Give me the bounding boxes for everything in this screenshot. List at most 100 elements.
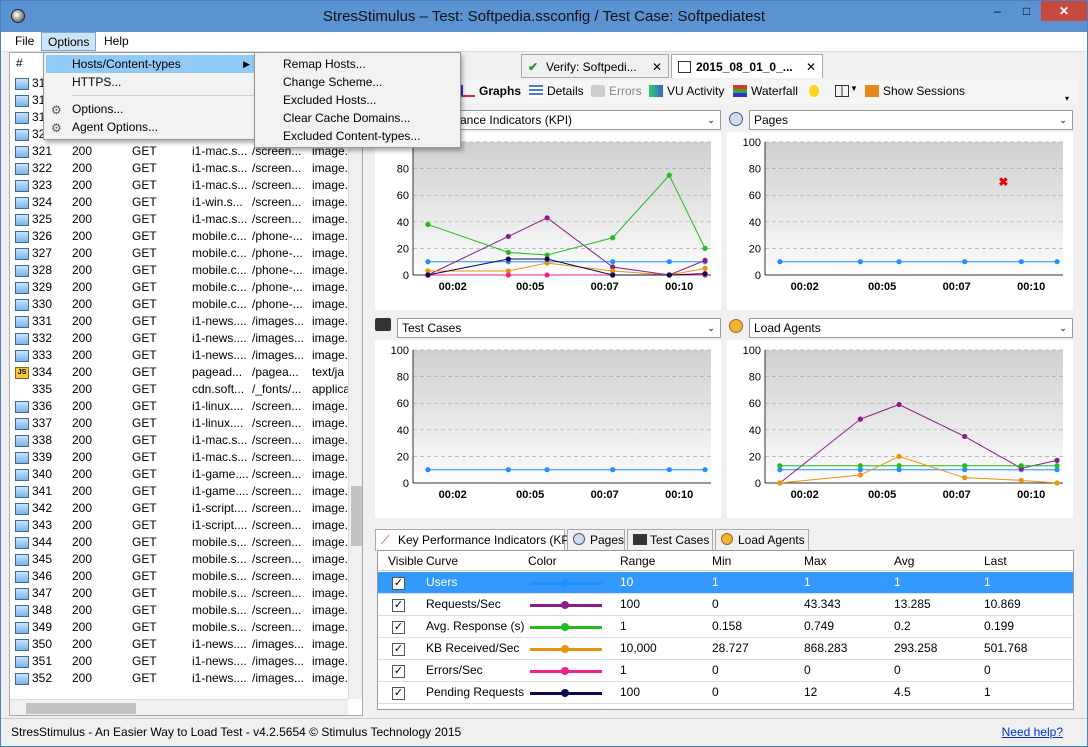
horizontal-scrollbar[interactable] <box>10 699 348 715</box>
session-row[interactable]: 338 200 GET i1-mac.s... /screen... image. <box>10 432 350 449</box>
visible-checkbox[interactable]: ✓ <box>392 665 405 678</box>
menu-help[interactable]: Help <box>98 32 135 51</box>
kpi-table-row[interactable]: ✓ Requests/Sec 100 0 43.343 13.285 10.869 <box>378 594 1073 616</box>
session-row[interactable]: 336 200 GET i1-linux.... /screen... image. <box>10 398 350 415</box>
session-row[interactable]: 333 200 GET i1-news.... /images... image. <box>10 347 350 364</box>
toolbar-overflow-icon[interactable]: ▾ <box>1065 94 1069 103</box>
kpi-panel-select[interactable]: ance Indicators (KPI) ⌄ <box>455 110 721 130</box>
session-row[interactable]: 346 200 GET mobile.s... /screen... image. <box>10 568 350 585</box>
sessions-list[interactable]: # 317200GETi1-win.s.../screen...image.31… <box>9 52 363 716</box>
vu-activity-button[interactable]: VU Activity <box>649 84 724 98</box>
session-row[interactable]: JS 334 200 GET pagead... /pagea... text/ja <box>10 364 350 381</box>
kpi-table-row[interactable]: ✓ Users 10 1 1 1 1 <box>378 572 1073 594</box>
vertical-scroll-thumb[interactable] <box>351 486 362 546</box>
menu-item-excluded-content-types[interactable]: Excluded Content-types... <box>257 127 457 145</box>
menu-options[interactable]: Options <box>41 32 97 51</box>
col-number-header[interactable]: # <box>16 55 23 72</box>
session-row[interactable]: 326 200 GET mobile.c... /phone-... image. <box>10 228 350 245</box>
tab-load-agents[interactable]: Load Agents <box>715 529 809 551</box>
session-row[interactable]: 335 200 GET cdn.soft... /_fonts/... applica <box>10 381 350 398</box>
close-tab-icon[interactable]: ✕ <box>652 55 662 77</box>
session-row[interactable]: 328 200 GET mobile.c... /phone-... image. <box>10 262 350 279</box>
session-row[interactable]: 322 200 GET i1-mac.s... /screen... image. <box>10 160 350 177</box>
color-swatch[interactable] <box>530 667 602 675</box>
details-button[interactable]: Details <box>529 84 584 98</box>
tab-test-cases[interactable]: Test Cases <box>627 529 713 551</box>
col-min[interactable]: Min <box>712 551 731 571</box>
visible-checkbox[interactable]: ✓ <box>392 687 405 700</box>
need-help-link[interactable]: Need help? <box>1002 725 1063 739</box>
session-row[interactable]: 347 200 GET mobile.s... /screen... image. <box>10 585 350 602</box>
col-range[interactable]: Range <box>620 551 655 571</box>
session-row[interactable]: 329 200 GET mobile.c... /phone-... image. <box>10 279 350 296</box>
session-row[interactable]: 340 200 GET i1-game..../screen... image. <box>10 466 350 483</box>
session-row[interactable]: 337 200 GET i1-linux.... /screen... image. <box>10 415 350 432</box>
pages-panel-select[interactable]: Pages ⌄ <box>749 110 1073 130</box>
session-row[interactable]: 349 200 GET mobile.s... /screen... image. <box>10 619 350 636</box>
visible-checkbox[interactable]: ✓ <box>392 577 405 590</box>
col-curve[interactable]: Curve <box>426 551 458 571</box>
kpi-table-row[interactable]: ✓ Avg. Response (s) 1 0.158 0.749 0.2 0.199 <box>378 616 1073 638</box>
menu-file[interactable]: File <box>9 32 40 51</box>
menu-item-https[interactable]: HTTPS... <box>46 73 256 91</box>
test-cases-panel-select[interactable]: Test Cases ⌄ <box>397 318 721 338</box>
menu-item-clear-cache-domains[interactable]: Clear Cache Domains... <box>257 109 457 127</box>
visible-checkbox[interactable]: ✓ <box>392 599 405 612</box>
session-row[interactable]: 345 200 GET mobile.s... /screen... image. <box>10 551 350 568</box>
tab-pages[interactable]: Pages <box>567 529 625 551</box>
kpi-table-row[interactable]: ✓ Errors/Sec 1 0 0 0 0 <box>378 660 1073 682</box>
tab-verify[interactable]: ✔ Verify: Softpedi... ✕ <box>521 54 669 78</box>
kpi-table-row[interactable]: ✓ Pending Requests 100 0 12 4.5 1 <box>378 682 1073 704</box>
col-visible[interactable]: Visible <box>388 551 423 571</box>
graphs-button[interactable]: Graphs <box>461 84 521 98</box>
color-swatch[interactable] <box>530 601 602 609</box>
session-method: GET <box>132 399 157 413</box>
session-row[interactable]: 344 200 GET mobile.s... /screen... image. <box>10 534 350 551</box>
col-last[interactable]: Last <box>984 551 1007 571</box>
visible-checkbox[interactable]: ✓ <box>392 621 405 634</box>
session-row[interactable]: 348 200 GET mobile.s... /screen... image. <box>10 602 350 619</box>
close-button[interactable]: ✕ <box>1041 1 1087 21</box>
session-row[interactable]: 351 200 GET i1-news.... /images... image. <box>10 653 350 670</box>
session-method: GET <box>132 144 157 158</box>
kpi-table-row[interactable]: ✓ KB Received/Sec 10,000 28.727 868.283 293.2… <box>378 638 1073 660</box>
menu-item-excluded-hosts[interactable]: Excluded Hosts... <box>257 91 457 109</box>
load-agents-panel-select[interactable]: Load Agents ⌄ <box>749 318 1073 338</box>
menu-item-hosts-content-types[interactable]: Hosts/Content-types ▶ <box>46 55 256 73</box>
menu-item-change-scheme[interactable]: Change Scheme... <box>257 73 457 91</box>
session-row[interactable]: 341 200 GET i1-game..../screen... image. <box>10 483 350 500</box>
session-row[interactable]: 342 200 GET i1-script.... /screen... image. <box>10 500 350 517</box>
col-color[interactable]: Color <box>528 551 557 571</box>
menu-item-options[interactable]: ⚙ Options... <box>46 100 256 118</box>
session-row[interactable]: 330 200 GET mobile.c... /phone-... image. <box>10 296 350 313</box>
show-sessions-button[interactable]: Show Sessions <box>865 84 965 98</box>
session-row[interactable]: 352 200 GET i1-news.... /images... image. <box>10 670 350 687</box>
color-swatch[interactable] <box>530 579 602 587</box>
session-row[interactable]: 331 200 GET i1-news.... /images... image. <box>10 313 350 330</box>
color-swatch[interactable] <box>530 689 602 697</box>
session-row[interactable]: 324 200 GET i1-win.s... /screen... image. <box>10 194 350 211</box>
session-row[interactable]: 327 200 GET mobile.c... /phone-... image. <box>10 245 350 262</box>
col-max[interactable]: Max <box>804 551 827 571</box>
maximize-button[interactable]: □ <box>1013 1 1040 21</box>
session-row[interactable]: 350 200 GET i1-news.... /images... image. <box>10 636 350 653</box>
session-row[interactable]: 343 200 GET i1-script.... /screen... image. <box>10 517 350 534</box>
session-row[interactable]: 323 200 GET i1-mac.s... /screen... image. <box>10 177 350 194</box>
minimize-button[interactable]: – <box>984 1 1011 21</box>
errors-button[interactable]: Errors <box>591 84 642 98</box>
session-row[interactable]: 325 200 GET i1-mac.s... /screen... image. <box>10 211 350 228</box>
session-row[interactable]: 332 200 GET i1-news.... /images... image. <box>10 330 350 347</box>
tab-kpi[interactable]: ⟋ Key Performance Indicators (KPI) <box>375 529 577 551</box>
horizontal-scroll-thumb[interactable] <box>26 703 136 714</box>
col-avg[interactable]: Avg <box>894 551 914 571</box>
menu-item-remap-hosts[interactable]: Remap Hosts... <box>257 55 457 73</box>
vertical-scrollbar[interactable] <box>348 53 362 699</box>
close-tab-icon[interactable]: ✕ <box>806 55 816 78</box>
menu-item-agent-options[interactable]: ⚙ Agent Options... <box>46 118 256 136</box>
visible-checkbox[interactable]: ✓ <box>392 643 405 656</box>
waterfall-button[interactable]: Waterfall <box>733 84 798 98</box>
color-swatch[interactable] <box>530 623 602 631</box>
tab-results[interactable]: 2015_08_01_0_... ✕ <box>671 54 823 78</box>
session-row[interactable]: 339 200 GET i1-mac.s... /screen... image. <box>10 449 350 466</box>
color-swatch[interactable] <box>530 645 602 653</box>
